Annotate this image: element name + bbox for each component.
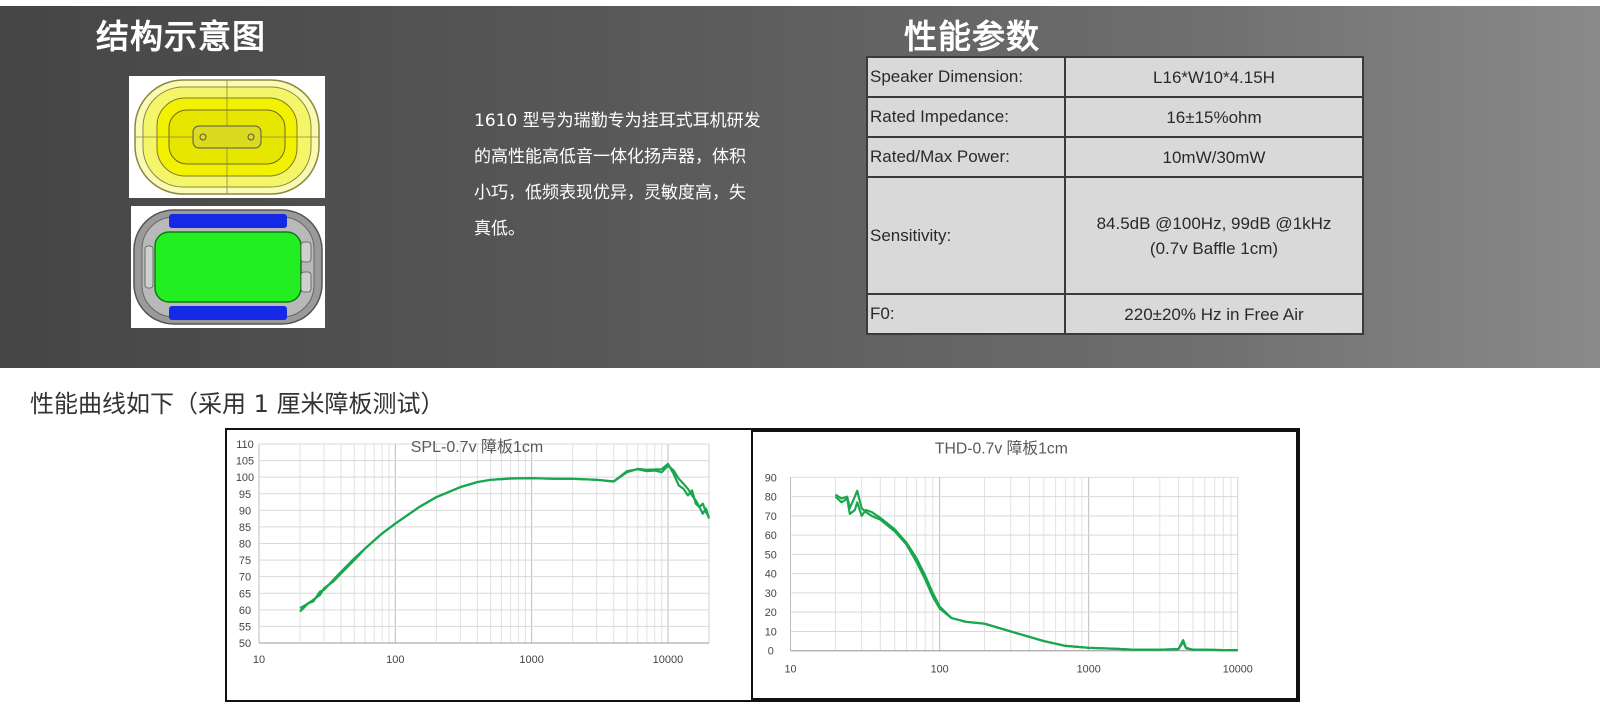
product-description: 1610 型号为瑞勤专为挂耳式耳机研发 的高性能高低音一体化扬声器，体积 小巧，…	[474, 103, 814, 247]
chart-title: THD-0.7v 障板1cm	[935, 440, 1068, 458]
description-line: 1610 型号为瑞勤专为挂耳式耳机研发	[474, 111, 761, 131]
x-tick-label: 100	[931, 663, 949, 675]
spec-row-dimension: Speaker Dimension: L16*W10*4.15H	[866, 56, 1364, 98]
curves-title: 性能曲线如下（采用 1 厘米障板测试）	[30, 390, 445, 418]
y-tick-label: 40	[765, 569, 777, 581]
x-tick-label: 1000	[519, 654, 543, 666]
spec-row-f0: F0: 220±20% Hz in Free Air	[866, 293, 1364, 335]
y-tick-label: 0	[768, 646, 774, 658]
description-line: 的高性能高低音一体化扬声器，体积	[474, 147, 746, 167]
spec-value: 16±15%ohm	[1064, 96, 1364, 138]
y-tick-label: 20	[765, 607, 777, 619]
spec-value: 220±20% Hz in Free Air	[1064, 293, 1364, 335]
y-tick-label: 30	[765, 588, 777, 600]
spec-row-sensitivity: Sensitivity: 84.5dB @100Hz, 99dB @1kHz (…	[866, 176, 1364, 295]
series-line	[834, 489, 1238, 652]
speaker-bottom-view-image	[131, 206, 325, 328]
spec-key: F0:	[866, 293, 1066, 335]
y-tick-label: 85	[239, 522, 251, 534]
y-tick-label: 50	[239, 638, 251, 650]
specs-table: Speaker Dimension: L16*W10*4.15H Rated I…	[866, 56, 1364, 335]
spec-value: L16*W10*4.15H	[1064, 56, 1364, 98]
y-tick-label: 55	[239, 621, 251, 633]
y-tick-label: 90	[239, 505, 251, 517]
description-line: 小巧，低频表现优异，灵敏度高，失	[474, 183, 746, 203]
y-tick-label: 50	[765, 549, 777, 561]
y-tick-label: 60	[765, 530, 777, 542]
spec-key: Rated/Max Power:	[866, 136, 1066, 178]
speaker-top-view-image	[129, 76, 325, 198]
series-line	[299, 464, 710, 610]
series-line	[299, 462, 711, 613]
y-tick-label: 110	[236, 439, 254, 451]
y-tick-label: 70	[765, 511, 777, 523]
spec-key: Rated Impedance:	[866, 96, 1066, 138]
spec-value: 10mW/30mW	[1064, 136, 1364, 178]
x-tick-label: 100	[386, 654, 404, 666]
grid	[258, 443, 710, 644]
spec-row-impedance: Rated Impedance: 16±15%ohm	[866, 96, 1364, 138]
x-tick-label: 10	[253, 654, 265, 666]
y-tick-label: 80	[239, 539, 251, 551]
y-tick-label: 80	[765, 492, 777, 504]
x-tick-label: 1000	[1077, 663, 1101, 675]
y-tick-label: 90	[765, 472, 777, 484]
spec-row-power: Rated/Max Power: 10mW/30mW	[866, 136, 1364, 178]
y-tick-label: 10	[765, 626, 777, 638]
structure-title: 结构示意图	[96, 17, 266, 56]
spec-key: Speaker Dimension:	[866, 56, 1066, 98]
y-tick-label: 60	[239, 605, 251, 617]
y-tick-label: 95	[239, 489, 251, 501]
spl-chart: 110 105 100 95 90 85 80 75 70 65 60 55 5010 100 1000 10…	[236, 438, 711, 666]
x-tick-label: 10000	[1223, 663, 1253, 675]
spec-value: 84.5dB @100Hz, 99dB @1kHz (0.7v Baffle 1…	[1064, 176, 1364, 295]
y-tick-label: 65	[239, 588, 251, 600]
thd-chart: 908070605040302010010 100 1000 10000THD-0.7…	[751, 430, 1298, 700]
y-tick-label: 105	[236, 456, 254, 468]
y-tick-label: 70	[239, 572, 251, 584]
spec-value-line: 84.5dB @100Hz, 99dB @1kHz	[1096, 213, 1332, 233]
x-tick-label: 10	[784, 663, 796, 675]
specs-title: 性能参数	[904, 17, 1040, 56]
spec-value-line: (0.7v Baffle 1cm)	[1149, 238, 1279, 258]
spec-key: Sensitivity:	[866, 176, 1066, 295]
y-tick-label: 100	[236, 472, 254, 484]
chart-title: SPL-0.7v 障板1cm	[411, 438, 544, 456]
y-tick-label: 75	[239, 555, 251, 567]
description-line: 真低。	[474, 219, 525, 239]
x-tick-label: 10000	[653, 654, 684, 666]
